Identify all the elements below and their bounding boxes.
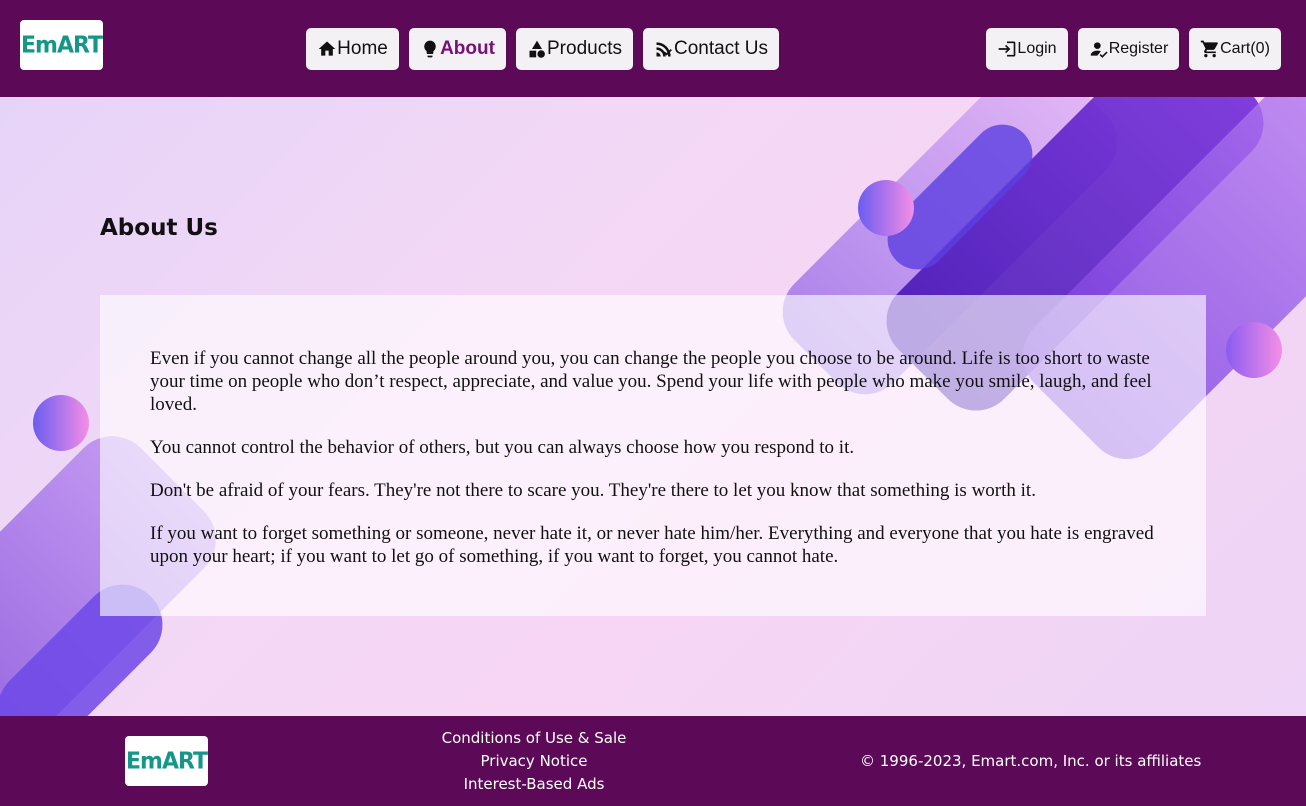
cart-button[interactable]: Cart(0) — [1189, 28, 1281, 70]
decor-ball — [33, 395, 89, 451]
footer-link-interest-ads[interactable]: Interest-Based Ads — [384, 773, 684, 796]
footer-links: Conditions of Use & Sale Privacy Notice … — [384, 727, 684, 796]
contact-signal-icon — [656, 42, 672, 57]
login-label: Login — [1017, 40, 1057, 57]
footer-link-privacy[interactable]: Privacy Notice — [384, 750, 684, 773]
about-main: About Us Even if you cannot change all t… — [0, 97, 1306, 716]
about-paragraph: Even if you cannot change all the people… — [150, 348, 1152, 415]
decor-ball — [858, 180, 914, 236]
shapes-icon — [529, 40, 545, 58]
footer-logo[interactable]: EmART — [125, 736, 208, 786]
about-paragraph: Don't be afraid of your fears. They're n… — [150, 480, 1036, 501]
nav-about-label: About — [440, 38, 495, 59]
home-icon — [318, 41, 336, 56]
site-footer: EmART Conditions of Use & Sale Privacy N… — [0, 716, 1306, 806]
copyright-text: © 1996-2023, Emart.com, Inc. or its affi… — [860, 752, 1202, 770]
about-paragraph: If you want to forget something or someo… — [150, 523, 1154, 567]
nav-contact-label: Contact Us — [674, 38, 768, 59]
header-logo[interactable]: EmART — [20, 20, 103, 70]
about-content: Even if you cannot change all the people… — [100, 295, 1206, 616]
register-label: Register — [1108, 40, 1169, 57]
page-title: About Us — [100, 215, 218, 241]
cart-icon — [1200, 40, 1218, 58]
lightbulb-icon — [424, 40, 436, 58]
nav-about[interactable]: About — [409, 28, 506, 70]
nav-home-label: Home — [337, 38, 388, 59]
nav-products-label: Products — [547, 38, 622, 59]
footer-link-conditions[interactable]: Conditions of Use & Sale — [384, 727, 684, 750]
cart-label: Cart(0) — [1220, 40, 1270, 57]
login-icon — [999, 41, 1016, 57]
decor-ball — [1226, 322, 1282, 378]
nav-contact[interactable]: Contact Us — [643, 28, 779, 70]
about-paragraph: You cannot control the behavior of other… — [150, 437, 855, 458]
register-button[interactable]: Register — [1078, 28, 1179, 70]
login-button[interactable]: Login — [986, 28, 1068, 70]
nav-products[interactable]: Products — [516, 28, 633, 70]
register-user-icon — [1090, 42, 1108, 58]
logo-wordmark: EmART — [21, 31, 103, 59]
nav-home[interactable]: Home — [306, 28, 399, 70]
footer-logo-wordmark: EmART — [126, 747, 208, 775]
site-header: EmART Home About Products Contact Us Log… — [0, 0, 1306, 97]
